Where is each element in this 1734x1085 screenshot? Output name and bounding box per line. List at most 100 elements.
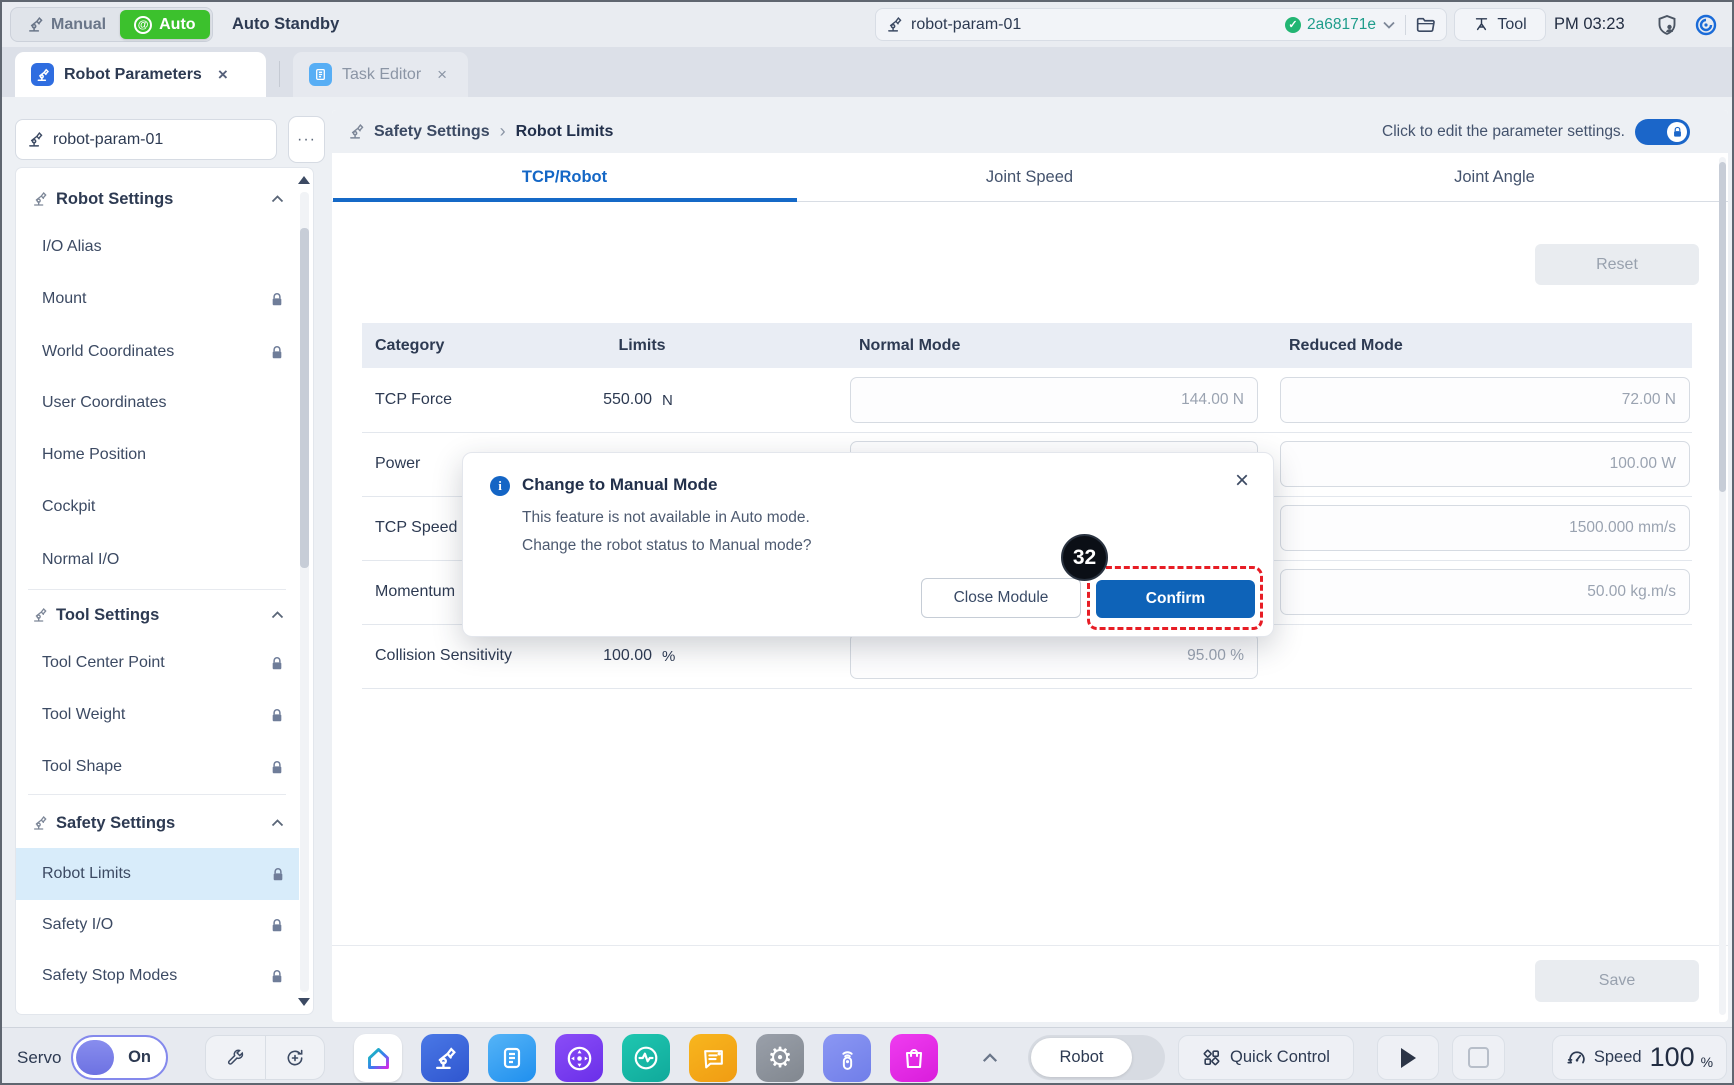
reduced-mode-input[interactable]: 1500.000 mm/s — [1280, 505, 1690, 551]
quick-control-button[interactable]: Quick Control — [1178, 1035, 1354, 1080]
normal-mode-input[interactable]: 144.00 N — [850, 377, 1258, 423]
app-remote-icon[interactable] — [823, 1034, 871, 1082]
breadcrumb-page: Robot Limits — [516, 123, 614, 141]
sidebar-item-user-coordinates[interactable]: User Coordinates — [16, 385, 298, 421]
sidebar-item-tool-center-point[interactable]: Tool Center Point — [16, 645, 298, 681]
main-scrollbar-thumb[interactable] — [1719, 162, 1726, 492]
ellipsis-icon: ··· — [297, 131, 316, 149]
sidebar-item-safety-stop-modes[interactable]: Safety Stop Modes — [16, 958, 298, 994]
servo-toggle[interactable]: On — [71, 1035, 168, 1080]
row-limit-value: 550.00 — [542, 368, 652, 432]
normal-mode-input[interactable]: 95.00 % — [850, 633, 1258, 679]
app-task-icon[interactable] — [488, 1034, 536, 1082]
clock-text: PM 03:23 — [1554, 2, 1625, 47]
breadcrumb-section[interactable]: Safety Settings — [374, 123, 490, 141]
sidebar-item-tool-weight[interactable]: Tool Weight — [16, 697, 298, 733]
play-button[interactable] — [1377, 1035, 1439, 1080]
close-icon[interactable]: × — [218, 65, 228, 85]
sidebar-item-robot-limits[interactable]: Robot Limits — [16, 848, 299, 900]
security-shield-icon[interactable] — [1655, 13, 1679, 37]
dialog-close-icon[interactable]: × — [1235, 469, 1249, 493]
speed-unit: % — [1701, 1054, 1713, 1070]
sidebar-item-cockpit[interactable]: Cockpit — [16, 489, 298, 525]
app-tab-strip: Robot Parameters × Task Editor × — [2, 47, 1732, 97]
breadcrumb-bar: Safety Settings › Robot Limits Click to … — [332, 110, 1728, 153]
task-editor-icon — [309, 63, 332, 86]
table-header: Category Limits Normal Mode Reduced Mode — [362, 323, 1692, 368]
reduced-mode-input[interactable]: 100.00 W — [1280, 441, 1690, 487]
chevron-up-icon[interactable] — [271, 611, 284, 619]
sidebar-item-mount[interactable]: Mount — [16, 281, 298, 317]
edit-lock-toggle[interactable] — [1635, 119, 1690, 145]
sidebar-scrollbar-thumb[interactable] — [300, 228, 309, 568]
speed-control-button[interactable]: Speed 100 % — [1552, 1035, 1727, 1080]
reduced-mode-input[interactable]: 72.00 N — [1280, 377, 1690, 423]
tab-robot-parameters[interactable]: Robot Parameters × — [15, 52, 266, 97]
dialog-title: Change to Manual Mode — [522, 475, 718, 495]
item-label: Home Position — [42, 446, 146, 464]
stop-button[interactable] — [1452, 1035, 1505, 1080]
chevron-up-icon[interactable] — [271, 819, 284, 827]
parameter-name-input[interactable]: robot-param-01 — [15, 119, 277, 160]
robot-arm-icon — [32, 191, 48, 207]
wrench-button[interactable] — [206, 1036, 265, 1079]
app-robot-icon[interactable] — [421, 1034, 469, 1082]
tab-tcp-robot[interactable]: TCP/Robot — [332, 153, 797, 202]
sidebar-item-tool-shape[interactable]: Tool Shape — [16, 749, 298, 785]
chevron-up-icon[interactable] — [271, 195, 284, 203]
robot-sim-toggle[interactable]: Robot — [1028, 1035, 1165, 1080]
section-robot-settings[interactable]: Robot Settings — [16, 181, 298, 217]
item-label: Mount — [42, 290, 86, 308]
sidebar-item-world-coordinates[interactable]: World Coordinates — [16, 334, 298, 370]
sidebar-item-home-position[interactable]: Home Position — [16, 437, 298, 473]
item-label: Safety I/O — [42, 916, 113, 934]
app-store-icon[interactable] — [890, 1034, 938, 1082]
app-log-icon[interactable] — [689, 1034, 737, 1082]
reset-button[interactable]: Reset — [1535, 244, 1699, 285]
folder-open-icon[interactable] — [1416, 16, 1436, 33]
tool-button[interactable]: Tool — [1454, 8, 1546, 41]
app-settings-icon[interactable]: ⚙ — [756, 1034, 804, 1082]
quick-control-icon — [1202, 1048, 1221, 1067]
more-options-button[interactable]: ··· — [288, 116, 325, 163]
active-tab-underline — [333, 198, 797, 202]
reset-label: Reset — [1596, 256, 1638, 274]
lock-icon — [270, 708, 284, 723]
close-icon[interactable]: × — [437, 65, 447, 85]
app-jog-icon[interactable] — [555, 1034, 603, 1082]
robot-status-text: Auto Standby — [232, 2, 339, 47]
row-limit-unit: N — [662, 368, 673, 432]
dock-collapse-chevron[interactable] — [982, 1028, 998, 1085]
app-monitor-icon[interactable] — [622, 1034, 670, 1082]
recovery-target-icon[interactable] — [1694, 13, 1718, 37]
app-home-icon[interactable] — [354, 1034, 402, 1082]
tab-joint-angle[interactable]: Joint Angle — [1262, 153, 1727, 202]
tab-task-editor[interactable]: Task Editor × — [293, 52, 468, 97]
lock-icon — [270, 969, 284, 984]
chevron-down-icon[interactable] — [1383, 21, 1395, 29]
auto-mode-button[interactable]: @ Auto — [120, 10, 209, 39]
tab-joint-speed[interactable]: Joint Speed — [797, 153, 1262, 202]
session-group[interactable]: robot-param-01 ✓ 2a68171e — [875, 8, 1447, 41]
sidebar-item-io-alias[interactable]: I/O Alias — [16, 229, 298, 265]
col-normal-mode: Normal Mode — [859, 323, 960, 368]
item-label: Normal I/O — [42, 551, 119, 569]
play-icon — [1401, 1048, 1416, 1068]
sidebar-item-normal-io[interactable]: Normal I/O — [16, 542, 298, 578]
save-button[interactable]: Save — [1535, 960, 1699, 1002]
section-safety-settings[interactable]: Safety Settings — [16, 805, 298, 841]
close-module-button[interactable]: Close Module — [921, 578, 1081, 618]
reduced-mode-input[interactable]: 50.00 kg.m/s — [1280, 569, 1690, 615]
robot-toggle-knob: Robot — [1031, 1038, 1132, 1077]
manual-mode-button[interactable]: Manual — [13, 10, 120, 39]
lock-icon — [270, 918, 284, 933]
sidebar-item-safety-io[interactable]: Safety I/O — [16, 907, 298, 943]
lock-icon — [271, 867, 285, 882]
scroll-down-arrow[interactable] — [298, 998, 310, 1006]
robot-file-icon — [27, 131, 44, 148]
sync-add-button[interactable] — [265, 1036, 325, 1079]
item-label: User Coordinates — [42, 394, 167, 412]
scroll-up-arrow[interactable] — [298, 176, 310, 184]
section-divider — [28, 794, 286, 795]
section-tool-settings[interactable]: Tool Settings — [16, 597, 298, 633]
